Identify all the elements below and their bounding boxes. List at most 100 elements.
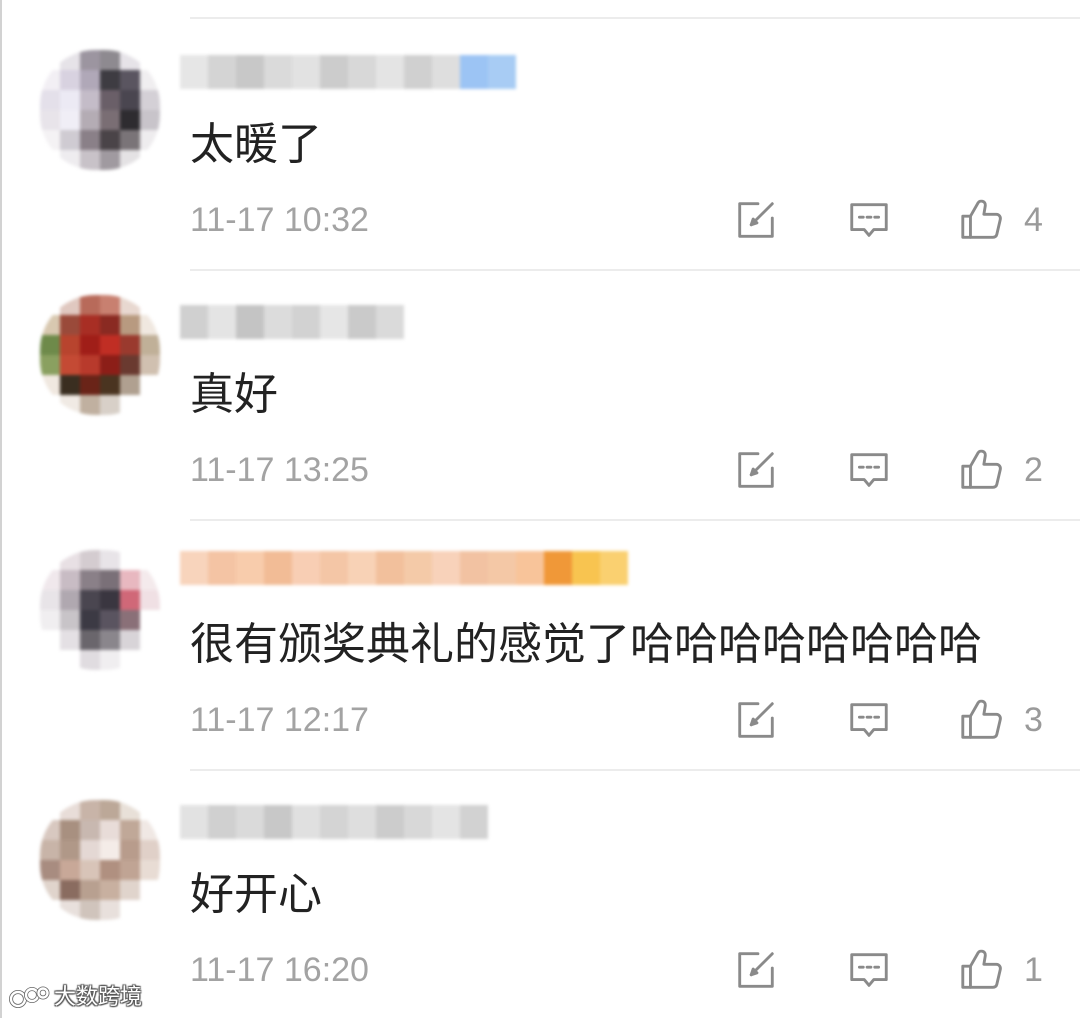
reply-button[interactable] [846,698,892,742]
mosaic-cell [348,55,376,89]
like-button[interactable]: 4 [958,198,1043,242]
mosaic-cell [120,820,140,840]
mosaic-cell [100,150,120,170]
mosaic-cell [404,551,432,585]
username-blurred[interactable] [180,551,628,585]
mosaic-cell [264,805,292,839]
comment-timestamp: 11-17 16:20 [190,951,369,989]
mosaic-cell [180,305,208,339]
mosaic-cell [208,551,236,585]
comment-item: 真好 11-17 13:25 2 [0,270,1080,521]
mosaic-cell [140,395,160,415]
mosaic-cell [100,355,120,375]
repost-button[interactable] [733,698,779,742]
mosaic-cell [140,800,160,820]
repost-icon [738,702,774,738]
mosaic-cell [432,805,460,839]
mosaic-cell [264,305,292,339]
repost-button[interactable] [733,198,779,242]
mosaic-cell [208,805,236,839]
comment-icon [850,703,888,737]
mosaic-cell [100,900,120,920]
username-blurred[interactable] [180,305,404,339]
mosaic-cell [100,630,120,650]
mosaic-cell [80,840,100,860]
reply-button[interactable] [846,948,892,992]
mosaic-cell [80,395,100,415]
reply-button[interactable] [846,448,892,492]
mosaic-cell [60,70,80,90]
mosaic-cell [376,305,404,339]
repost-button[interactable] [733,448,779,492]
mosaic-cell [80,295,100,315]
mosaic-cell [60,880,80,900]
mosaic-cell [140,880,160,900]
mosaic-cell [208,305,236,339]
repost-button[interactable] [733,948,779,992]
mosaic-cell [100,315,120,335]
like-count: 2 [1024,451,1043,489]
mosaic-cell [100,860,120,880]
reply-button[interactable] [846,198,892,242]
mosaic-cell [80,880,100,900]
mosaic-cell [40,70,60,90]
mosaic-cell [140,130,160,150]
mosaic-cell [80,630,100,650]
mosaic-cell [236,805,264,839]
mosaic-cell [140,650,160,670]
mosaic-cell [140,315,160,335]
mosaic-cell [292,305,320,339]
avatar[interactable] [40,800,160,920]
mosaic-cell [60,295,80,315]
mosaic-cell [60,860,80,880]
mosaic-cell [140,840,160,860]
mosaic-cell [40,550,60,570]
mosaic-cell [460,55,488,89]
avatar[interactable] [40,295,160,415]
mosaic-cell [60,315,80,335]
mosaic-cell [80,550,100,570]
mosaic-cell [120,610,140,630]
mosaic-cell [40,820,60,840]
mosaic-cell [140,295,160,315]
mosaic-cell [40,840,60,860]
mosaic-cell [60,800,80,820]
mosaic-cell [80,355,100,375]
mosaic-cell [40,150,60,170]
avatar[interactable] [40,550,160,670]
mosaic-cell [80,590,100,610]
mosaic-cell [80,375,100,395]
thumbs-up-icon [961,199,1002,239]
like-button[interactable]: 2 [958,448,1043,492]
comment-text: 很有颁奖典礼的感觉了哈哈哈哈哈哈哈哈 [190,620,982,669]
mosaic-cell [100,70,120,90]
username-blurred[interactable] [180,805,488,839]
mosaic-cell [40,800,60,820]
username-blurred[interactable] [180,55,516,89]
mosaic-cell [80,130,100,150]
watermark-logo-icon [9,986,50,1008]
mosaic-cell [60,820,80,840]
mosaic-cell [120,90,140,110]
mosaic-cell [120,375,140,395]
like-button[interactable]: 1 [958,948,1043,992]
mosaic-cell [292,55,320,89]
mosaic-cell [100,820,120,840]
mosaic-cell [140,70,160,90]
mosaic-cell [40,295,60,315]
mosaic-cell [40,90,60,110]
comment-icon [850,453,888,487]
comment-item: 很有颁奖典礼的感觉了哈哈哈哈哈哈哈哈 11-17 12:17 3 [0,520,1080,771]
thumbs-up-icon [961,699,1002,739]
mosaic-cell [320,55,348,89]
avatar[interactable] [40,50,160,170]
watermark: 大数跨境 [8,982,142,1012]
mosaic-cell [100,90,120,110]
mosaic-cell [60,130,80,150]
comment-text: 真好 [190,370,278,419]
mosaic-cell [376,55,404,89]
mosaic-cell [376,805,404,839]
mosaic-cell [120,295,140,315]
like-button[interactable]: 3 [958,698,1043,742]
mosaic-cell [40,900,60,920]
